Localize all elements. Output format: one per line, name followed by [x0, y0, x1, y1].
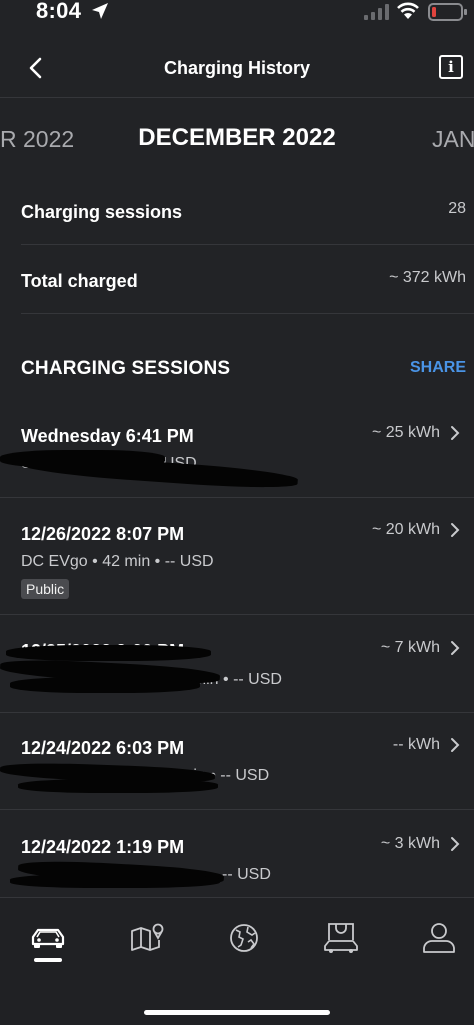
session-detail: DC EVgo • 42 min • -- USD	[21, 553, 214, 570]
session-row[interactable]: Wednesday 6:41 PM ~ 25 kWh Sc... • 4h 18…	[0, 402, 474, 498]
charging-sessions-count: 28	[448, 200, 466, 217]
total-charged-label: Total charged	[21, 271, 138, 291]
session-title: Wednesday 6:41 PM	[21, 426, 194, 446]
wifi-icon	[397, 2, 419, 19]
summary-row-total: Total charged ~ 372 kWh	[21, 246, 474, 314]
status-bar: 8:04	[0, 0, 474, 26]
car-icon[interactable]	[28, 918, 68, 958]
month-selector[interactable]: R 2022 DECEMBER 2022 JANU	[0, 118, 474, 162]
session-energy: ~ 25 kWh	[371, 424, 440, 441]
chevron-right-icon	[451, 641, 460, 655]
session-row[interactable]: 12/24/2022 1:19 PM ~ 3 kWh -- USD	[0, 810, 474, 898]
navigation-bar: Charging History i	[0, 38, 474, 98]
info-icon: i	[448, 58, 454, 76]
session-title: 12/24/2022 6:03 PM	[21, 738, 185, 758]
session-energy: ~ 7 kWh	[380, 639, 440, 656]
share-button[interactable]: SHARE	[410, 359, 466, 377]
shop-car-icon[interactable]	[321, 918, 361, 958]
session-title: 12/24/2022 1:19 PM	[21, 837, 185, 857]
chevron-right-icon	[451, 837, 460, 851]
chevron-right-icon	[451, 426, 460, 440]
tab-bar	[0, 897, 474, 1025]
summary-row-sessions: Charging sessions 28	[21, 177, 474, 245]
redaction-mark	[10, 677, 200, 693]
session-title: 12/26/2022 8:07 PM	[21, 524, 185, 544]
home-indicator	[144, 1010, 330, 1015]
globe-icon[interactable]	[224, 918, 264, 958]
active-tab-indicator	[34, 958, 62, 962]
session-row[interactable]: 12/24/2022 6:03 PM -- kWh min • -- USD	[0, 713, 474, 810]
month-current: DECEMBER 2022	[138, 124, 336, 151]
redaction-mark	[6, 645, 211, 661]
redaction-mark	[18, 779, 218, 793]
chevron-right-icon	[451, 738, 460, 752]
session-detail: -- USD	[222, 866, 271, 883]
info-button[interactable]: i	[439, 55, 463, 79]
section-title: CHARGING SESSIONS	[21, 358, 231, 379]
total-charged-value: ~ 372 kWh	[389, 269, 466, 286]
location-arrow-icon	[92, 3, 108, 19]
map-pin-icon[interactable]	[127, 918, 167, 958]
session-energy: ~ 20 kWh	[371, 521, 440, 538]
page-title: Charging History	[163, 58, 310, 78]
battery-low-icon	[428, 3, 467, 21]
session-energy: -- kWh	[392, 736, 440, 753]
month-next[interactable]: JANU	[432, 126, 474, 153]
profile-icon[interactable]	[419, 918, 459, 958]
cellular-signal-icon	[364, 4, 389, 20]
status-time: 8:04	[36, 0, 82, 23]
public-badge: Public	[21, 579, 70, 599]
chevron-right-icon	[451, 523, 460, 537]
session-row[interactable]: 12/25/2022 2:00 PM ~ 7 kWh 26min • -- US…	[0, 615, 474, 713]
session-row[interactable]: 12/26/2022 8:07 PM ~ 20 kWh DC EVgo • 42…	[0, 498, 474, 615]
session-energy: ~ 3 kWh	[380, 835, 440, 852]
charging-sessions-label: Charging sessions	[21, 202, 183, 222]
redaction-mark	[10, 874, 220, 888]
